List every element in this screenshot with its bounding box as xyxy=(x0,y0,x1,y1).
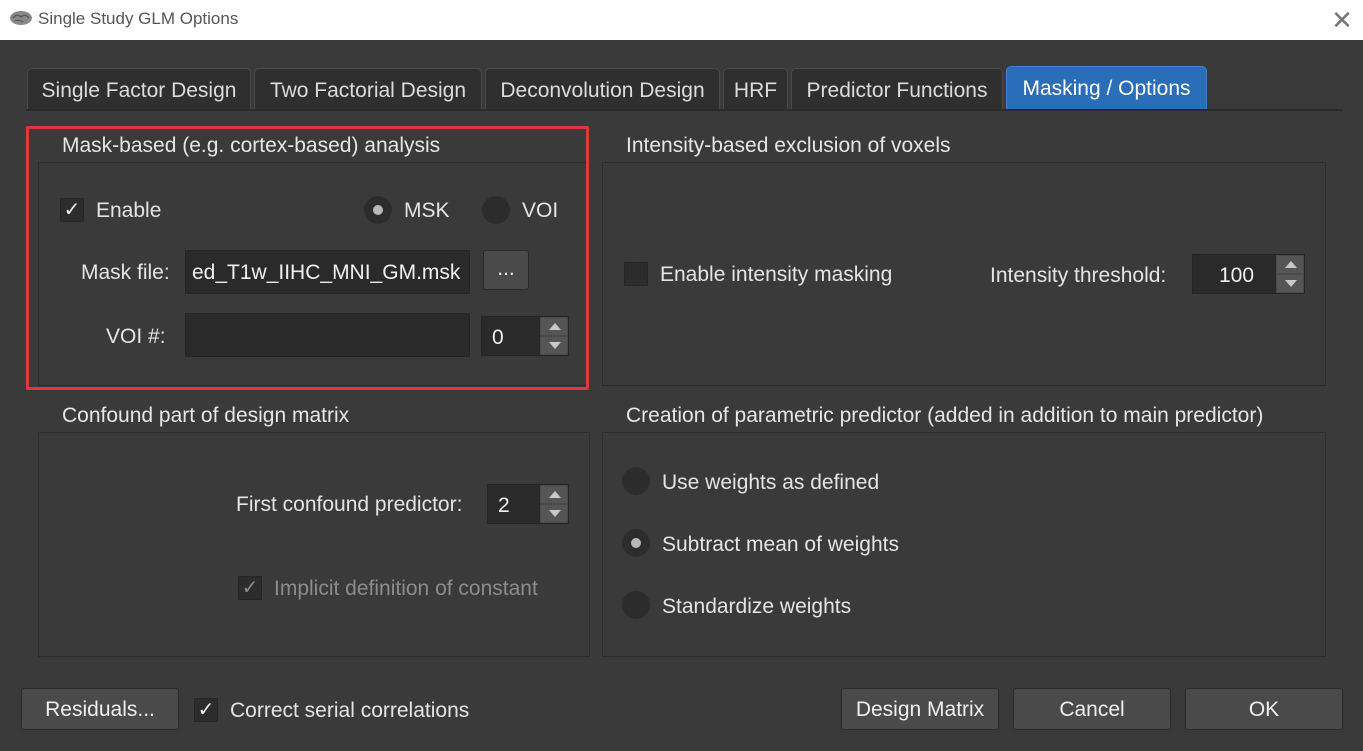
tab-hrf[interactable]: HRF xyxy=(723,68,788,110)
enable-intensity-checkbox[interactable] xyxy=(624,262,648,286)
intensity-group-title: Intensity-based exclusion of voxels xyxy=(626,134,951,157)
use-weights-label: Use weights as defined xyxy=(662,471,880,494)
highlight-box xyxy=(26,126,589,390)
tab-deconvolution-design[interactable]: Deconvolution Design xyxy=(485,68,720,110)
tab-predictor-functions[interactable]: Predictor Functions xyxy=(791,68,1003,110)
ok-button[interactable]: OK xyxy=(1185,688,1343,730)
spin-down-icon[interactable] xyxy=(1276,274,1304,293)
serial-correlations-checkbox[interactable]: ✓ xyxy=(194,698,218,722)
implicit-constant-checkbox[interactable]: ✓ xyxy=(238,576,262,600)
use-weights-radio[interactable] xyxy=(622,467,650,495)
subtract-mean-label: Subtract mean of weights xyxy=(662,533,899,556)
enable-intensity-label: Enable intensity masking xyxy=(660,263,893,286)
standardize-weights-label: Standardize weights xyxy=(662,595,852,618)
confound-group-title: Confound part of design matrix xyxy=(62,404,350,427)
standardize-weights-radio[interactable] xyxy=(622,591,650,619)
brain-icon xyxy=(10,11,32,25)
tab-two-factorial-design[interactable]: Two Factorial Design xyxy=(254,68,482,110)
intensity-threshold-label: Intensity threshold: xyxy=(990,264,1167,287)
parametric-group-title: Creation of parametric predictor (added … xyxy=(626,404,1264,427)
tab-masking-options[interactable]: Masking / Options xyxy=(1006,66,1207,110)
first-confound-predictor-label: First confound predictor: xyxy=(236,493,463,516)
cancel-button[interactable]: Cancel xyxy=(1013,688,1171,730)
spin-up-icon[interactable] xyxy=(1276,255,1304,274)
spin-up-icon[interactable] xyxy=(540,485,568,504)
subtract-mean-radio[interactable] xyxy=(622,529,650,557)
window-title: Single Study GLM Options xyxy=(38,9,239,28)
confound-group-panel xyxy=(38,432,590,657)
design-matrix-button[interactable]: Design Matrix xyxy=(841,688,999,730)
tab-bar-divider xyxy=(26,109,1343,111)
close-icon[interactable]: ✕ xyxy=(1327,6,1357,34)
spin-down-icon[interactable] xyxy=(540,504,568,523)
first-confound-predictor-stepper[interactable] xyxy=(540,485,568,523)
title-bar: Single Study GLM Options ✕ xyxy=(0,0,1363,40)
intensity-threshold-stepper[interactable] xyxy=(1276,255,1304,293)
serial-correlations-label: Correct serial correlations xyxy=(230,699,470,722)
implicit-constant-label: Implicit definition of constant xyxy=(274,577,538,600)
tab-single-factor-design[interactable]: Single Factor Design xyxy=(27,68,251,110)
residuals-button[interactable]: Residuals... xyxy=(21,688,179,730)
